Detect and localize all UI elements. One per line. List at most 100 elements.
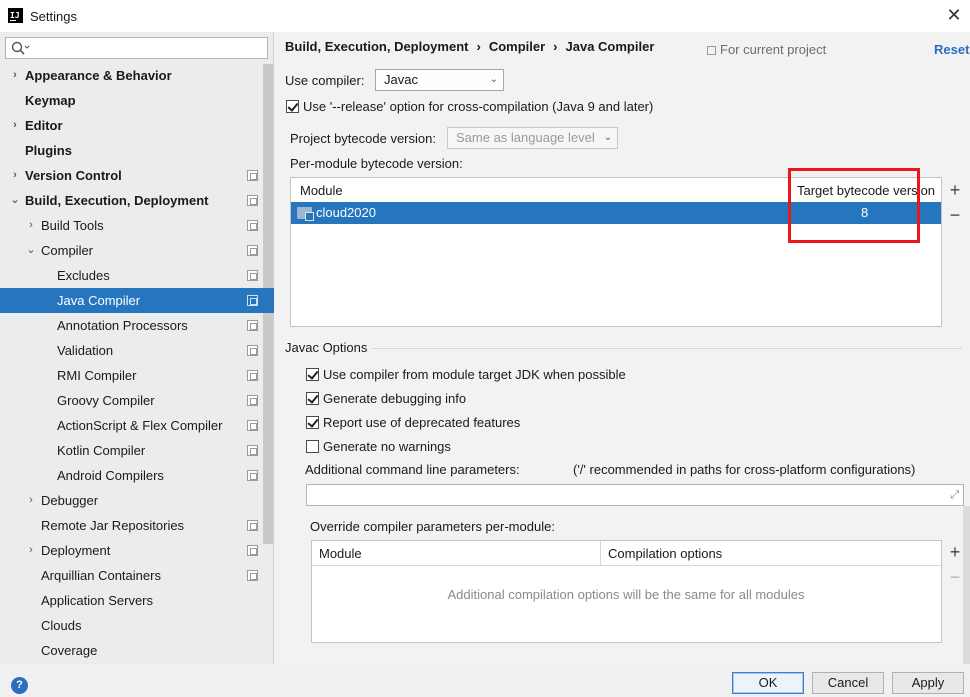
chevron-down-icon: ⌄ <box>489 74 498 85</box>
sidebar-item-label: RMI Compiler <box>57 368 137 383</box>
use-compiler-value: Javac <box>384 72 418 87</box>
breadcrumb: Build, Execution, Deployment › Compiler › Ja… <box>285 39 654 54</box>
no-warnings-label: Generate no warnings <box>323 439 451 454</box>
chevron-right-icon[interactable]: › <box>9 163 21 188</box>
sidebar-item-label: Deployment <box>41 543 111 558</box>
apply-button[interactable]: Apply <box>892 672 964 694</box>
sidebar-item-android-compilers[interactable]: Android Compilers <box>0 463 274 488</box>
project-scope-icon <box>247 270 258 281</box>
column-header-compilation-options[interactable]: Compilation options <box>608 546 722 561</box>
highlight-annotation-box <box>788 168 920 243</box>
sidebar-item-rmi-compiler[interactable]: RMI Compiler <box>0 363 274 388</box>
release-option-label: Use '--release' option for cross-compila… <box>303 99 654 114</box>
sidebar-item-compiler[interactable]: ⌄ Compiler <box>0 238 274 263</box>
intellij-logo-icon: IJ <box>8 8 23 23</box>
breadcrumb-separator: › <box>476 39 481 54</box>
override-params-label: Override compiler parameters per-module: <box>310 519 555 534</box>
project-scope-icon <box>247 220 258 231</box>
breadcrumb-separator: › <box>553 39 558 54</box>
sidebar-item-label: Build Tools <box>41 218 104 233</box>
section-divider <box>372 348 962 349</box>
project-scope-icon <box>247 370 258 381</box>
expand-icon[interactable]: ⤢ <box>950 489 959 502</box>
sidebar-item-build-execution-deployment[interactable]: ⌄ Build, Execution, Deployment <box>0 188 274 213</box>
project-bytecode-select[interactable]: Same as language level ⌄ <box>447 127 618 149</box>
sidebar-item-annotation-processors[interactable]: Annotation Processors <box>0 313 274 338</box>
deprecated-features-label: Report use of deprecated features <box>323 415 521 430</box>
sidebar-item-label: Version Control <box>25 168 122 183</box>
chevron-down-icon: ⌄ <box>603 132 612 143</box>
sidebar-item-label: Arquillian Containers <box>41 568 161 583</box>
module-name: cloud2020 <box>316 205 376 220</box>
add-icon[interactable]: + <box>942 180 968 201</box>
sidebar-item-plugins[interactable]: Plugins <box>0 138 274 163</box>
sidebar-item-editor[interactable]: › Editor <box>0 113 274 138</box>
sidebar-item-java-compiler[interactable]: Java Compiler <box>0 288 274 313</box>
use-compiler-select[interactable]: Javac ⌄ <box>375 69 504 91</box>
chevron-right-icon[interactable]: › <box>25 488 37 513</box>
sidebar-item-label: Build, Execution, Deployment <box>25 193 209 208</box>
sidebar-item-label: Compiler <box>41 243 94 258</box>
project-bytecode-value: Same as language level <box>456 130 595 145</box>
for-current-project-label: For current project <box>720 42 827 57</box>
column-divider[interactable] <box>600 541 601 565</box>
chevron-right-icon[interactable]: › <box>25 213 37 238</box>
chevron-right-icon[interactable]: › <box>9 63 21 88</box>
sidebar-item-remote-jar-repositories[interactable]: Remote Jar Repositories <box>0 513 274 538</box>
sidebar-item-keymap[interactable]: Keymap <box>0 88 274 113</box>
sidebar-item-debugger[interactable]: › Debugger <box>0 488 274 513</box>
module-table-toolbar: + − <box>942 177 968 327</box>
breadcrumb-item: Java Compiler <box>565 39 655 54</box>
close-icon[interactable]: ✕ <box>944 5 964 25</box>
sidebar-item-label: Java Compiler <box>57 293 141 308</box>
sidebar-item-appearance-behavior[interactable]: › Appearance & Behavior <box>0 63 274 88</box>
sidebar-item-label: Clouds <box>41 618 82 633</box>
reset-link[interactable]: Reset <box>934 42 969 57</box>
sidebar-item-actionscript-flex-compiler[interactable]: ActionScript & Flex Compiler <box>0 413 274 438</box>
no-warnings-checkbox[interactable] <box>306 440 319 453</box>
project-scope-icon <box>707 46 716 55</box>
sidebar-item-kotlin-compiler[interactable]: Kotlin Compiler <box>0 438 274 463</box>
cancel-button[interactable]: Cancel <box>812 672 884 694</box>
column-header-module[interactable]: Module <box>300 183 343 198</box>
main-scrollbar[interactable] <box>963 506 970 666</box>
sidebar-item-deployment[interactable]: › Deployment <box>0 538 274 563</box>
search-icon <box>11 41 30 55</box>
sidebar-item-build-tools[interactable]: › Build Tools <box>0 213 274 238</box>
project-scope-icon <box>247 570 258 581</box>
ok-button[interactable]: OK <box>732 672 804 694</box>
deprecated-features-checkbox[interactable] <box>306 416 319 429</box>
sidebar-item-label: Excludes <box>57 268 110 283</box>
help-icon[interactable]: ? <box>11 677 28 694</box>
chevron-down-icon[interactable]: ⌄ <box>25 238 37 263</box>
sidebar-item-version-control[interactable]: › Version Control <box>0 163 274 188</box>
use-compiler-label: Use compiler: <box>285 73 365 88</box>
sidebar-item-label: Remote Jar Repositories <box>41 518 185 533</box>
window-title: Settings <box>30 9 77 24</box>
sidebar-item-groovy-compiler[interactable]: Groovy Compiler <box>0 388 274 413</box>
column-header-module[interactable]: Module <box>319 546 362 561</box>
dialog-button-bar: ? OK Cancel Apply <box>0 664 970 697</box>
debugging-info-checkbox[interactable] <box>306 392 319 405</box>
remove-icon[interactable]: − <box>942 205 968 226</box>
sidebar-item-coverage[interactable]: Coverage <box>0 638 274 663</box>
header-divider <box>312 565 941 566</box>
additional-params-hint: ('/' recommended in paths for cross-plat… <box>573 462 916 477</box>
project-scope-icon <box>247 245 258 256</box>
sidebar-item-excludes[interactable]: Excludes <box>0 263 274 288</box>
additional-params-input[interactable]: ⤢ <box>306 484 964 506</box>
sidebar-item-arquillian-containers[interactable]: Arquillian Containers <box>0 563 274 588</box>
chevron-down-icon[interactable]: ⌄ <box>9 188 21 213</box>
settings-sidebar: › Appearance & Behavior Keymap › Editor Plugi… <box>0 32 274 664</box>
chevron-right-icon[interactable]: › <box>25 538 37 563</box>
override-table-empty-text: Additional compilation options will be t… <box>447 587 805 602</box>
release-option-checkbox[interactable] <box>286 100 299 113</box>
sidebar-item-validation[interactable]: Validation <box>0 338 274 363</box>
chevron-right-icon[interactable]: › <box>9 113 21 138</box>
per-module-label: Per-module bytecode version: <box>290 156 463 171</box>
settings-search-input[interactable] <box>5 37 268 59</box>
sidebar-item-clouds[interactable]: Clouds <box>0 613 274 638</box>
sidebar-item-application-servers[interactable]: Application Servers <box>0 588 274 613</box>
use-module-jdk-checkbox[interactable] <box>306 368 319 381</box>
sidebar-item-label: Appearance & Behavior <box>25 68 172 83</box>
